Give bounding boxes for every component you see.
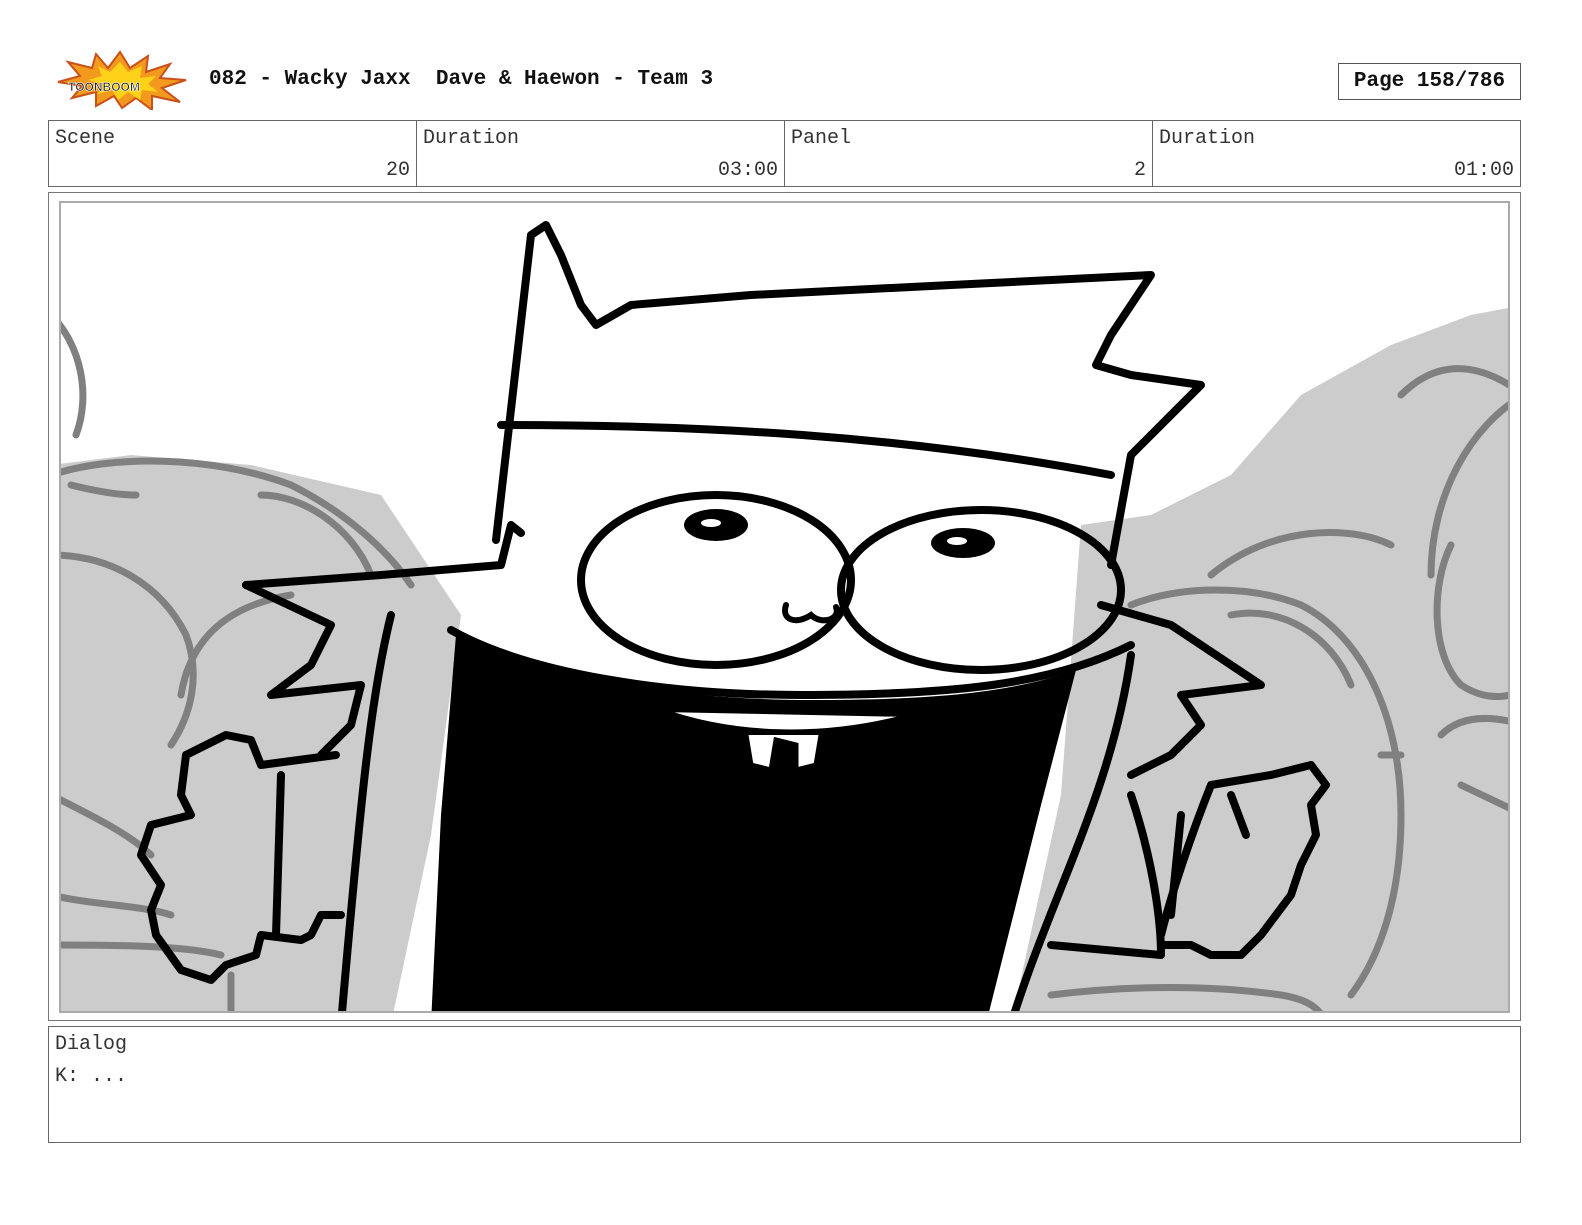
panel-duration-cell: Duration 01:00 <box>1153 121 1520 186</box>
dialog-label: Dialog <box>55 1033 128 1056</box>
logo-wordmark: TOONBOOM <box>68 80 140 94</box>
document-title: 082 - Wacky Jaxx Dave & Haewon - Team 3 <box>209 68 714 91</box>
page-number: Page 158/786 <box>1338 63 1521 100</box>
scene-label: Scene <box>55 127 116 150</box>
panel-value: 2 <box>1133 159 1146 182</box>
scene-value: 20 <box>385 159 410 182</box>
storyboard-panel <box>48 192 1521 1021</box>
panel-image <box>59 201 1510 1013</box>
panel-duration-value: 01:00 <box>1453 159 1514 182</box>
dialog-text: K: ... <box>55 1065 128 1088</box>
toonboom-logo: TOONBOOM <box>52 50 188 112</box>
scene-duration-label: Duration <box>423 127 520 150</box>
info-row: Scene 20 Duration 03:00 Panel 2 Duration… <box>48 120 1521 187</box>
scene-duration-cell: Duration 03:00 <box>417 121 785 186</box>
dialog-box: Dialog K: ... <box>48 1026 1521 1143</box>
panel-duration-label: Duration <box>1159 127 1256 150</box>
scene-duration-value: 03:00 <box>717 159 778 182</box>
character-sketch <box>61 221 1508 1011</box>
scene-cell: Scene 20 <box>49 121 417 186</box>
panel-cell: Panel 2 <box>785 121 1153 186</box>
panel-label: Panel <box>791 127 852 150</box>
